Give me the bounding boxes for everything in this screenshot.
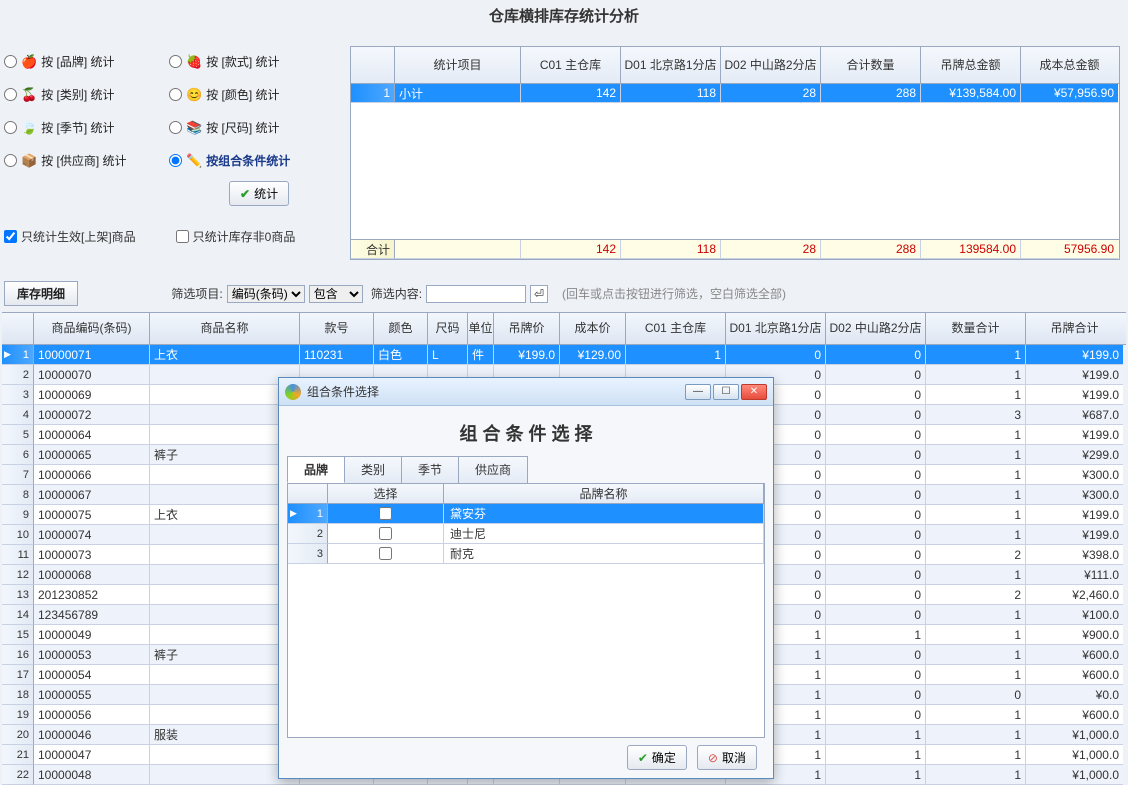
summary-table: 统计项目 C01 主仓库 D01 北京路1分店 D02 中山路2分店 合计数量 … — [350, 46, 1120, 260]
table-row[interactable]: 110000071上衣110231白色L件¥199.0¥129.001001¥1… — [2, 345, 1126, 365]
filter-go-button[interactable]: ⏎ — [530, 285, 548, 303]
check-onshelf[interactable] — [4, 230, 17, 243]
list-item[interactable]: 2迪士尼 — [288, 524, 764, 544]
cancel-icon: ⊘ — [708, 751, 718, 765]
check-icon: ✔ — [638, 751, 648, 765]
row-checkbox[interactable] — [379, 527, 392, 540]
box-icon: 📦 — [21, 153, 37, 169]
close-button[interactable]: ✕ — [741, 384, 767, 400]
tab-season[interactable]: 季节 — [401, 456, 459, 483]
stat-button[interactable]: ✔统计 — [229, 181, 289, 206]
filter-field-select[interactable]: 编码(条码) — [227, 285, 305, 303]
row-checkbox[interactable] — [379, 547, 392, 560]
dialog-table: 选择 品牌名称 1黛安芬2迪士尼3耐克 — [287, 483, 765, 738]
tab-category[interactable]: 类别 — [344, 456, 402, 483]
check-icon: ✔ — [240, 187, 250, 201]
filter-panel: 🍎按 [品牌] 统计 🍓按 [款式] 统计 🍒按 [类别] 统计 😊按 [颜色]… — [4, 45, 344, 245]
books-icon: 📚 — [186, 120, 202, 136]
palette-icon: 😊 — [186, 87, 202, 103]
combo-dialog: 组合条件选择 — ☐ ✕ 组 合 条 件 选 择 品牌 类别 季节 供应商 选择… — [278, 377, 774, 779]
radio-season[interactable]: 🍃按 [季节] 统计 — [4, 111, 169, 144]
tab-brand[interactable]: 品牌 — [287, 456, 345, 483]
radio-combo[interactable]: ✏️按组合条件统计 — [169, 144, 334, 177]
radio-brand[interactable]: 🍎按 [品牌] 统计 — [4, 45, 169, 78]
leaf-icon: 🍃 — [21, 120, 37, 136]
check-nonzero[interactable] — [176, 230, 189, 243]
ok-button[interactable]: ✔确定 — [627, 745, 687, 770]
filter-op-select[interactable]: 包含 — [309, 285, 363, 303]
cherry-icon: 🍒 — [21, 87, 37, 103]
dialog-tabs: 品牌 类别 季节 供应商 — [287, 456, 773, 483]
mid-bar: 库存明细 筛选项目: 编码(条码) 包含 筛选内容: ⏎ (回车或点击按钮进行筛… — [4, 281, 1124, 306]
strawberry-icon: 🍓 — [186, 54, 202, 70]
minimize-button[interactable]: — — [685, 384, 711, 400]
radio-color[interactable]: 😊按 [颜色] 统计 — [169, 78, 334, 111]
summary-total-row: 合计 142 118 28 288 139584.00 57956.90 — [351, 239, 1119, 259]
radio-style[interactable]: 🍓按 [款式] 统计 — [169, 45, 334, 78]
list-item[interactable]: 1黛安芬 — [288, 504, 764, 524]
radio-size[interactable]: 📚按 [尺码] 统计 — [169, 111, 334, 144]
dialog-title: 组合条件选择 — [307, 383, 379, 400]
radio-category[interactable]: 🍒按 [类别] 统计 — [4, 78, 169, 111]
apple-icon: 🍎 — [21, 54, 37, 70]
list-item[interactable]: 3耐克 — [288, 544, 764, 564]
filter-label: 筛选项目: — [171, 285, 222, 302]
tab-detail[interactable]: 库存明细 — [4, 281, 78, 306]
tab-supplier[interactable]: 供应商 — [458, 456, 528, 483]
page-title: 仓库横排库存统计分析 — [0, 5, 1128, 26]
app-logo-icon — [285, 384, 301, 400]
maximize-button[interactable]: ☐ — [713, 384, 739, 400]
radio-supplier[interactable]: 📦按 [供应商] 统计 — [4, 144, 169, 177]
pencil-icon: ✏️ — [186, 153, 202, 169]
table-row[interactable]: 1 小计 142 118 28 288 ¥139,584.00 ¥57,956.… — [351, 84, 1119, 103]
filter-input[interactable] — [426, 285, 526, 303]
cancel-button[interactable]: ⊘取消 — [697, 745, 757, 770]
dialog-heading: 组 合 条 件 选 择 — [279, 420, 773, 446]
row-checkbox[interactable] — [379, 507, 392, 520]
